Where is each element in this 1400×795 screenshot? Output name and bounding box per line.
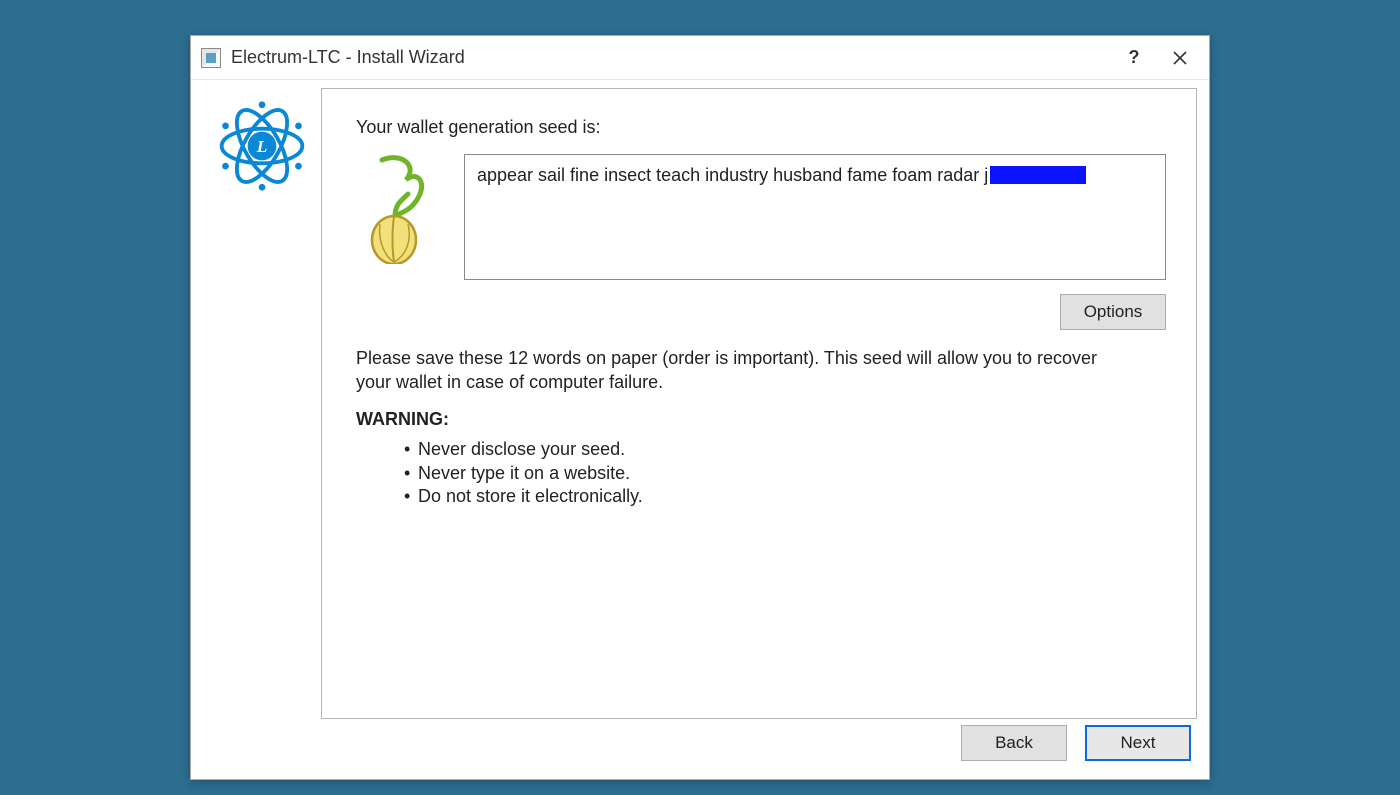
warning-item: Never disclose your seed. bbox=[404, 438, 1166, 462]
app-icon bbox=[201, 48, 221, 68]
warning-heading: WARNING: bbox=[356, 409, 1166, 430]
seed-label: Your wallet generation seed is: bbox=[356, 117, 1166, 138]
svg-text:L: L bbox=[256, 137, 268, 156]
options-button-label: Options bbox=[1084, 302, 1143, 322]
warning-item: Do not store it electronically. bbox=[404, 485, 1166, 509]
wizard-content-panel: Your wallet generation seed is: appear s… bbox=[321, 88, 1197, 719]
close-button[interactable] bbox=[1157, 42, 1203, 74]
next-button-label: Next bbox=[1121, 733, 1156, 753]
next-button[interactable]: Next bbox=[1085, 725, 1191, 761]
electrum-ltc-logo-icon: L bbox=[214, 98, 310, 719]
help-button[interactable]: ? bbox=[1111, 42, 1157, 74]
seed-redacted-block bbox=[990, 166, 1086, 184]
install-wizard-window: Electrum-LTC - Install Wizard ? L bbox=[190, 35, 1210, 780]
back-button-label: Back bbox=[995, 733, 1033, 753]
back-button[interactable]: Back bbox=[961, 725, 1067, 761]
seed-phrase-text: appear sail fine insect teach industry h… bbox=[477, 165, 988, 185]
warning-item: Never type it on a website. bbox=[404, 462, 1166, 486]
wizard-footer: Back Next bbox=[191, 719, 1209, 779]
warning-list: Never disclose your seed. Never type it … bbox=[404, 438, 1166, 510]
window-title: Electrum-LTC - Install Wizard bbox=[231, 47, 465, 68]
close-icon bbox=[1173, 51, 1187, 65]
instructions-text: Please save these 12 words on paper (ord… bbox=[356, 346, 1116, 395]
options-button[interactable]: Options bbox=[1060, 294, 1166, 330]
titlebar: Electrum-LTC - Install Wizard ? bbox=[191, 36, 1209, 80]
seed-phrase-box[interactable]: appear sail fine insect teach industry h… bbox=[464, 154, 1166, 280]
seed-sprout-icon bbox=[362, 154, 436, 264]
